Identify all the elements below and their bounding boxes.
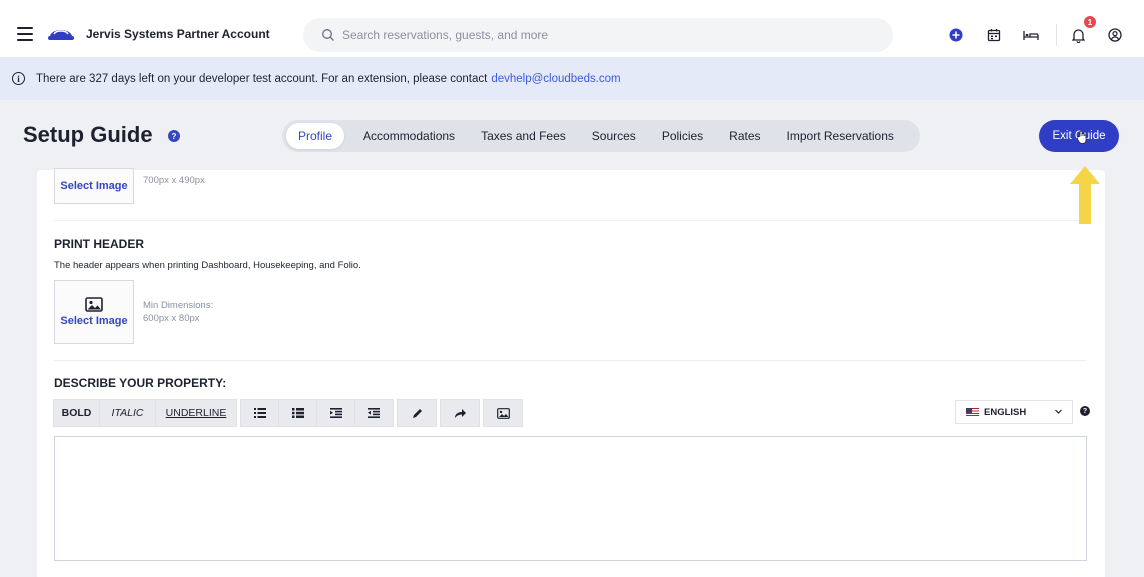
italic-button[interactable]: ITALIC <box>100 400 156 426</box>
describe-property-title: DESCRIBE YOUR PROPERTY: <box>54 376 227 390</box>
min-dimensions-label: Min Dimensions: <box>143 300 214 311</box>
cursor-icon <box>1077 130 1087 144</box>
bell-icon[interactable] <box>1069 26 1087 44</box>
min-dimensions-value: 600px x 80px <box>143 313 200 324</box>
account-name[interactable]: Jervis Systems Partner Account <box>86 27 270 41</box>
redo-icon[interactable] <box>441 400 479 426</box>
list-group <box>240 399 394 427</box>
numbered-list-icon[interactable] <box>279 400 317 426</box>
divider <box>54 360 1087 361</box>
language-help-icon[interactable]: ? <box>1080 406 1090 416</box>
bed-icon[interactable] <box>1022 26 1040 44</box>
cloudbeds-logo[interactable] <box>47 24 75 44</box>
guide-arrow-icon <box>1070 166 1100 224</box>
image-icon <box>85 296 103 312</box>
tab-policies[interactable]: Policies <box>649 123 716 149</box>
property-description-editor[interactable] <box>54 436 1087 561</box>
underline-button[interactable]: UNDERLINE <box>156 400 236 426</box>
language-label: ENGLISH <box>984 406 1027 418</box>
page-title: Setup Guide <box>23 122 153 147</box>
search-icon <box>322 29 334 41</box>
select-print-header-image-button[interactable]: Select Image <box>54 280 134 344</box>
add-icon[interactable] <box>947 26 965 44</box>
insert-image-icon[interactable] <box>484 400 522 426</box>
bullet-list-icon[interactable] <box>241 400 279 426</box>
editor-toolbar: BOLD ITALIC UNDERLINE <box>53 399 526 427</box>
tab-rates[interactable]: Rates <box>716 123 773 149</box>
outdent-icon[interactable] <box>355 400 393 426</box>
select-image-label: Select Image <box>60 314 128 327</box>
bold-button[interactable]: BOLD <box>54 400 100 426</box>
developer-banner: i There are 327 days left on your develo… <box>0 57 1144 100</box>
search-bar[interactable] <box>303 18 893 52</box>
select-logo-image-button[interactable]: Select Image <box>54 168 134 204</box>
user-icon[interactable] <box>1106 26 1124 44</box>
logo-dimensions: 700px x 490px <box>143 175 205 186</box>
image-group <box>483 399 523 427</box>
notification-badge: 1 <box>1084 16 1096 28</box>
search-input[interactable] <box>342 28 862 42</box>
print-header-dimensions: Min Dimensions: 600px x 80px <box>143 299 213 325</box>
pencil-icon[interactable] <box>398 400 436 426</box>
menu-icon[interactable] <box>17 27 33 41</box>
tab-import-reservations[interactable]: Import Reservations <box>774 123 907 149</box>
pen-group <box>397 399 437 427</box>
language-select[interactable]: ENGLISH <box>955 400 1073 424</box>
tab-taxes-and-fees[interactable]: Taxes and Fees <box>468 123 579 149</box>
redo-group <box>440 399 480 427</box>
text-format-group: BOLD ITALIC UNDERLINE <box>53 399 237 427</box>
tab-sources[interactable]: Sources <box>579 123 649 149</box>
tab-profile[interactable]: Profile <box>286 123 345 149</box>
print-header-title: PRINT HEADER <box>54 237 145 251</box>
banner-text: There are 327 days left on your develope… <box>36 72 488 85</box>
chevron-down-icon <box>1055 409 1062 414</box>
indent-icon[interactable] <box>317 400 355 426</box>
print-header-description: The header appears when printing Dashboa… <box>54 260 361 271</box>
profile-card: Select Image 700px x 490px PRINT HEADER … <box>37 168 1105 577</box>
info-icon: i <box>12 72 25 85</box>
topbar-divider <box>1056 24 1057 46</box>
devhelp-email-link[interactable]: devhelp@cloudbeds.com <box>491 73 620 85</box>
help-icon[interactable]: ? <box>168 130 180 142</box>
calendar-icon[interactable] <box>985 26 1003 44</box>
us-flag-icon <box>966 408 979 416</box>
tab-accommodations[interactable]: Accommodations <box>350 123 468 149</box>
select-image-label: Select Image <box>60 179 128 192</box>
setup-tabs: Profile Accommodations Taxes and Fees So… <box>282 120 920 152</box>
divider <box>54 220 1087 221</box>
